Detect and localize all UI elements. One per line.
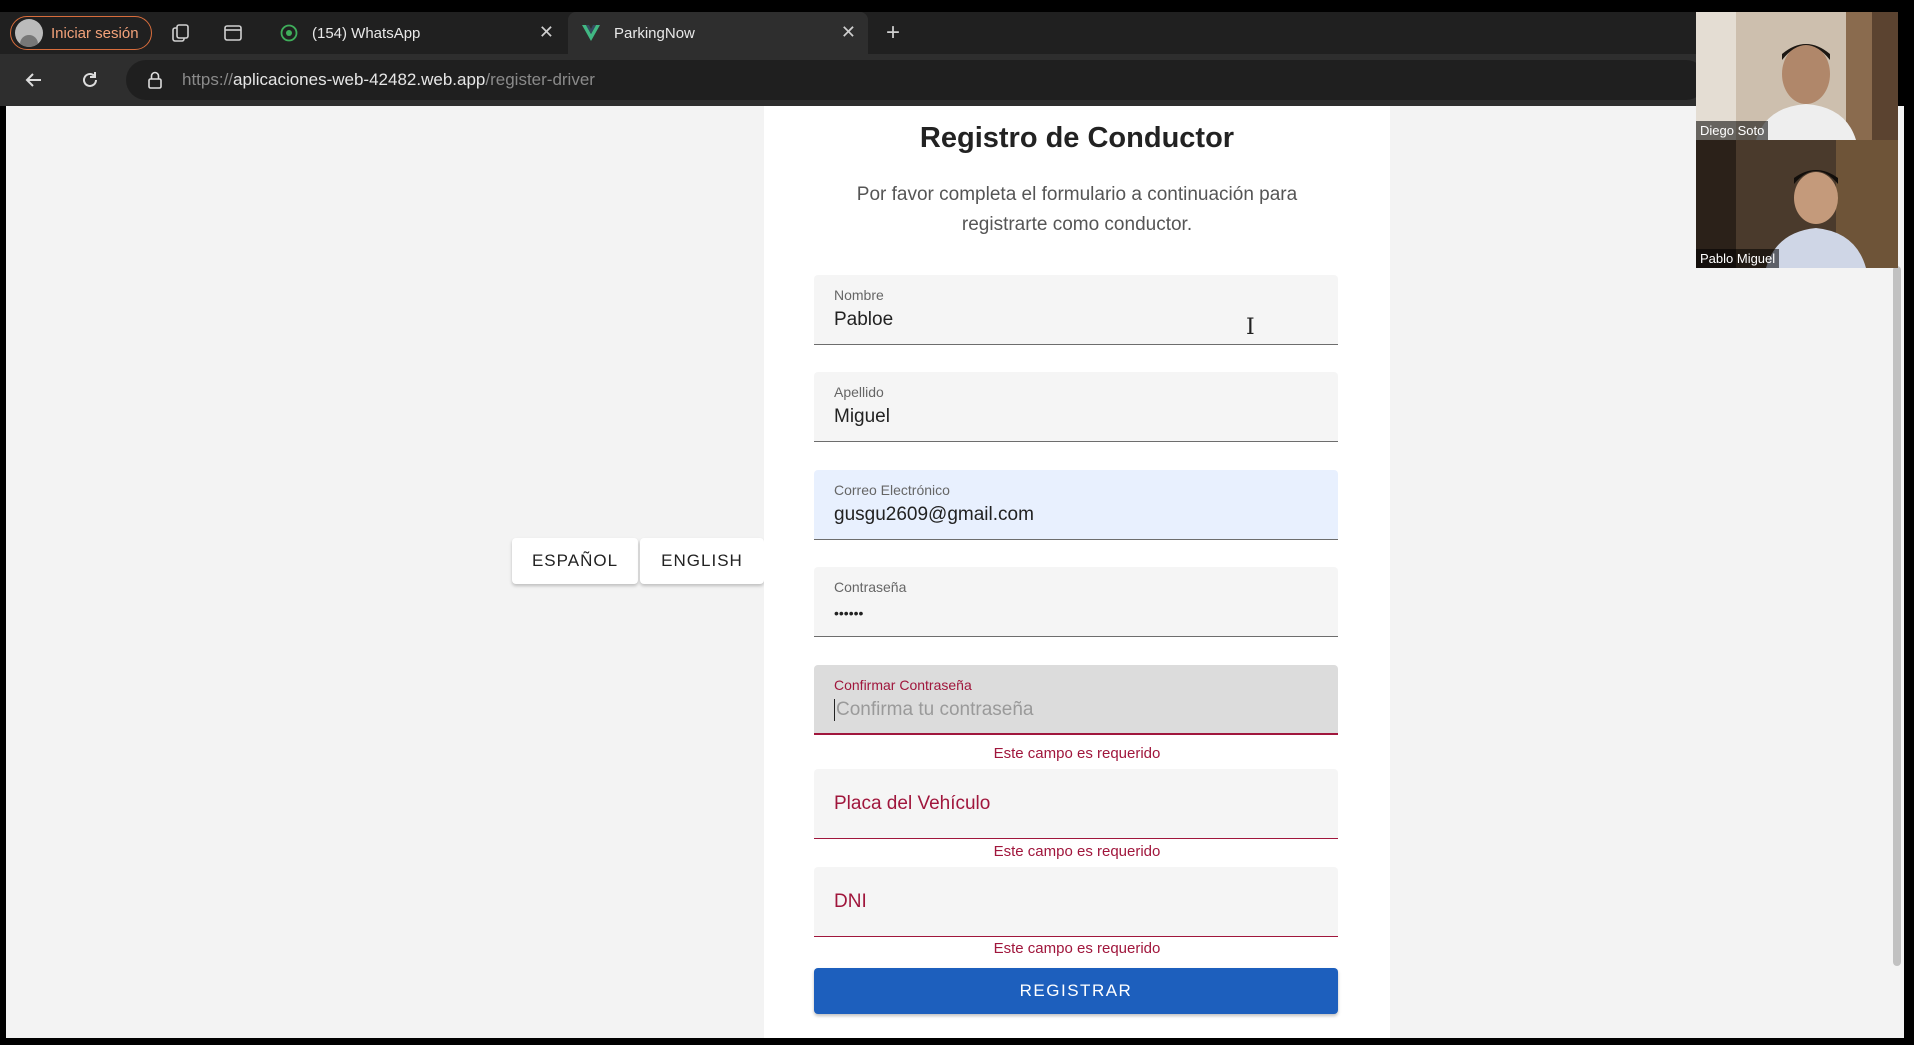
url-field[interactable]: https://aplicaciones-web-42482.web.app/r…: [126, 60, 1706, 100]
dni-field[interactable]: DNI: [814, 867, 1338, 937]
nombre-field[interactable]: Nombre Pabloe I: [814, 275, 1338, 345]
placa-field[interactable]: Placa del Vehículo: [814, 769, 1338, 839]
text-cursor-icon: I: [1246, 315, 1255, 340]
dni-label: DNI: [834, 891, 867, 912]
participant-name: Diego Soto: [1696, 121, 1769, 140]
participant-name: Pablo Miguel: [1696, 249, 1780, 268]
register-button-label: REGISTRAR: [814, 968, 1338, 1014]
browser-tab-bar: Iniciar sesión (154) WhatsApp ✕ ParkingN…: [0, 12, 1696, 54]
scrollbar-thumb[interactable]: [1893, 266, 1901, 966]
english-button[interactable]: ENGLISH: [640, 538, 764, 584]
tab-parkingnow[interactable]: ParkingNow ✕: [568, 12, 868, 54]
url-host: aplicaciones-web-42482.web.app: [233, 70, 486, 89]
participant-video-pablo: Pablo Miguel: [1696, 140, 1898, 268]
email-label: Correo Electrónico: [834, 482, 950, 498]
nombre-label: Nombre: [834, 287, 884, 303]
profile-label: Iniciar sesión: [51, 24, 139, 42]
confirm-password-error: Este campo es requerido: [993, 745, 1161, 762]
url-text: https://aplicaciones-web-42482.web.app/r…: [182, 70, 595, 90]
workspaces-icon[interactable]: [170, 22, 192, 44]
email-value: gusgu2609@gmail.com: [834, 504, 1034, 525]
reload-icon[interactable]: [76, 66, 104, 94]
profile-sign-in-button[interactable]: Iniciar sesión: [10, 16, 152, 50]
close-icon[interactable]: ✕: [841, 22, 856, 43]
password-value: ••••••: [834, 605, 864, 621]
language-switcher: ESPAÑOL ENGLISH: [512, 538, 766, 584]
tab-title: ParkingNow: [614, 24, 695, 42]
user-avatar-icon: [15, 19, 43, 47]
confirm-password-field[interactable]: Confirmar Contraseña Confirma tu contras…: [814, 665, 1338, 735]
apellido-field[interactable]: Apellido Miguel: [814, 372, 1338, 442]
apellido-label: Apellido: [834, 384, 884, 400]
page-title: Registro de Conductor: [919, 122, 1235, 154]
nombre-value: Pabloe: [834, 309, 894, 330]
new-tab-icon[interactable]: +: [882, 19, 904, 46]
browser-address-bar: https://aplicaciones-web-42482.web.app/r…: [0, 54, 1706, 106]
register-button[interactable]: REGISTRAR: [814, 968, 1338, 1014]
placa-error: Este campo es requerido: [993, 843, 1161, 860]
tab-whatsapp[interactable]: (154) WhatsApp ✕: [266, 12, 566, 54]
page-content: ESPAÑOL ENGLISH Registro de Conductor Po…: [6, 106, 1904, 1038]
confirm-password-placeholder: Confirma tu contraseña: [834, 699, 1034, 721]
apellido-value: Miguel: [834, 406, 890, 427]
whatsapp-icon: [280, 24, 298, 42]
lock-icon: [148, 71, 164, 89]
registration-card: Registro de Conductor Por favor completa…: [764, 106, 1390, 1038]
screen: Iniciar sesión (154) WhatsApp ✕ ParkingN…: [0, 0, 1914, 1045]
dni-error: Este campo es requerido: [993, 940, 1161, 957]
tab-title: (154) WhatsApp: [312, 24, 421, 42]
participant-video-diego: Diego Soto: [1696, 12, 1898, 140]
page-subtitle: Por favor completa el formulario a conti…: [856, 184, 1298, 235]
placa-label: Placa del Vehículo: [834, 793, 991, 814]
confirm-password-label: Confirmar Contraseña: [834, 677, 972, 693]
tab-actions-icon[interactable]: [222, 22, 244, 44]
password-field[interactable]: Contraseña ••••••: [814, 567, 1338, 637]
vue-icon: [582, 24, 600, 42]
spanish-button[interactable]: ESPAÑOL: [512, 538, 638, 584]
back-arrow-icon[interactable]: [20, 66, 48, 94]
close-icon[interactable]: ✕: [539, 22, 554, 43]
url-path: /register-driver: [485, 70, 595, 89]
password-label: Contraseña: [834, 579, 907, 595]
email-field[interactable]: Correo Electrónico gusgu2609@gmail.com: [814, 470, 1338, 540]
url-scheme: https://: [182, 70, 234, 89]
